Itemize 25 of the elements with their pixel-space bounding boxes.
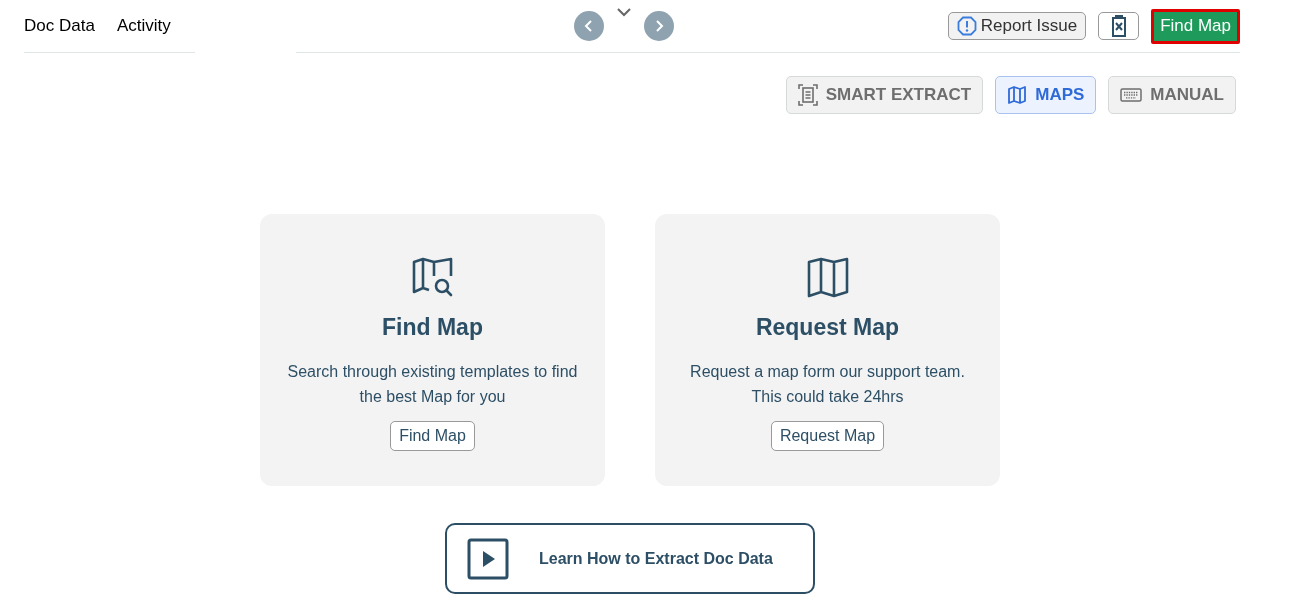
map-icon [805,256,850,300]
find-map-button[interactable]: Find Map [1151,8,1240,44]
previous-button[interactable] [574,11,604,41]
tab[interactable]: Doc Data [24,13,95,39]
tab[interactable]: Activity [116,13,171,39]
maps-button[interactable]: MAPS [995,76,1097,114]
card-button[interactable]: Request Map [770,420,885,451]
alert-icon [956,16,977,36]
keyboard-icon [1120,88,1143,102]
manual-button[interactable]: MANUAL [1108,76,1236,114]
play-icon [467,537,509,580]
card-button[interactable]: Find Map [390,420,475,451]
report-issue-button[interactable]: Report Issue [947,12,1087,40]
trash-icon [1110,15,1127,37]
smart-extract-button[interactable]: SMART EXTRACT [785,76,984,114]
card-title: Find Map [382,313,483,342]
card-title: Request Map [755,313,900,342]
next-button[interactable] [644,11,674,41]
document-scan-icon [797,84,818,106]
learn-video-button[interactable]: Learn How to Extract Doc Data [445,523,815,594]
card-description: Search through existing templates to find the best Map for you [287,361,578,407]
chevron-down-icon[interactable] [616,7,632,17]
map-icon [1007,85,1028,105]
delete-button[interactable] [1098,12,1140,40]
card-description: Request a map form our support team. This could take 24hrs [689,361,966,407]
